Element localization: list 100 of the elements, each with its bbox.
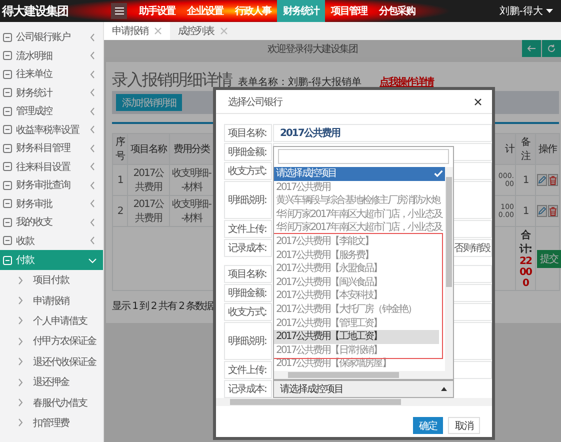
dropdown-option[interactable]: 华润万家2017年南区大超市门店，小业态及 — [274, 208, 445, 222]
caret-icon[interactable] — [546, 8, 553, 14]
column-header: 计 — [494, 134, 516, 164]
refresh-button[interactable] — [542, 40, 561, 57]
sidebar-item[interactable]: 付款 — [0, 250, 103, 270]
dropdown-option[interactable]: 请选择成控项目 — [274, 167, 445, 181]
chevron-icon — [16, 378, 25, 387]
square-icon — [3, 180, 12, 190]
chevron-icon — [16, 336, 25, 346]
dropdown-option[interactable]: 2017公共费用【闽兴食品】 — [274, 276, 439, 290]
dropdown-option[interactable]: 2017公共费用【服务费】 — [274, 248, 439, 262]
trash-icon — [549, 176, 557, 184]
sidebar-item[interactable]: 往来单位 — [0, 65, 103, 84]
sidebar-item[interactable]: 我的收支 — [0, 213, 103, 232]
submenu-item[interactable]: 个人申请借支 — [0, 310, 103, 332]
square-icon — [3, 162, 12, 172]
back-button[interactable] — [522, 40, 541, 57]
submenu-item[interactable]: 项目付款 — [0, 270, 103, 290]
dropdown-option[interactable]: 2017公共费用【大托厂房（钟金艳） — [274, 302, 439, 317]
nav-item[interactable]: 助手设置 — [133, 0, 181, 22]
submenu-item[interactable]: 退还代收保证金 — [0, 352, 103, 372]
detail-link[interactable]: 点我操作详情 — [380, 75, 434, 89]
dropdown-option[interactable]: 2017公共费用 — [274, 180, 445, 194]
note-text: 否则销毁 — [454, 242, 490, 255]
tab[interactable]: 申请报销 — [104, 22, 170, 40]
form-name: 表单名称：刘鹏-得大报销单 — [238, 76, 362, 89]
nav-item[interactable]: 项目管理 — [325, 0, 373, 22]
sidebar-item[interactable]: 收益率税率设置 — [0, 120, 103, 139]
sidebar-item[interactable]: 收款 — [0, 232, 103, 250]
chevron-icon — [16, 398, 25, 408]
sidebar-item[interactable]: 财务审批 — [0, 194, 103, 213]
submenu-item[interactable]: 扣管理费 — [0, 412, 103, 434]
dropdown-option[interactable]: 2017公共费用【工地工资】 — [274, 330, 439, 344]
refresh-icon — [547, 44, 556, 53]
edit-button[interactable] — [537, 174, 547, 186]
scrollbar[interactable] — [445, 167, 453, 371]
square-icon — [3, 256, 12, 264]
field-label: 明细金额: — [224, 284, 272, 302]
field-label: 文件上传: — [224, 361, 272, 379]
chevron-icon — [16, 418, 25, 428]
dropdown-option[interactable]: 2017公共费用【李能文】 — [274, 234, 439, 249]
close-icon[interactable] — [474, 98, 482, 106]
search-field[interactable] — [278, 149, 449, 164]
table-cell: 2017公共费用 — [128, 196, 170, 226]
chevron-icon — [16, 316, 25, 326]
dropdown-option[interactable]: 2017公共费用【日常报销】 — [274, 344, 439, 358]
chevron-icon — [16, 296, 25, 306]
submenu-item[interactable]: 退还押金 — [0, 372, 103, 392]
brand-logo: 得大建设集团 — [0, 2, 69, 20]
sidebar-item[interactable]: 管理成控 — [0, 102, 103, 120]
pencil-icon — [538, 207, 546, 215]
square-icon — [3, 51, 12, 60]
scrollbar[interactable] — [216, 398, 492, 406]
user-name[interactable]: 刘鹏-得大 — [499, 4, 543, 18]
square-icon — [3, 144, 12, 153]
dropdown-option[interactable]: 黄兴车辆段与综合基地检修主厂房消防水炮 — [274, 194, 445, 208]
field-label: 项目名称: — [224, 124, 272, 142]
select-field[interactable]: 请选择成控项目 — [273, 380, 454, 398]
table-cell: 2017公共费用 — [128, 164, 170, 196]
welcome-text: 欢迎登录得大建设集团 — [266, 42, 358, 56]
table-cell: 1 — [516, 164, 536, 196]
sidebar-item[interactable]: 公司银行账户 — [0, 28, 103, 46]
pagination-info: 显示 1 到 2 共有 2 条数据 — [112, 300, 214, 313]
table-cell: 2 — [112, 196, 128, 226]
square-icon — [3, 236, 12, 246]
sidebar-item[interactable]: 流水明细 — [0, 46, 103, 65]
square-icon — [3, 106, 12, 116]
check-icon — [434, 170, 443, 178]
chevron-icon — [16, 357, 25, 366]
submenu-item[interactable]: 申请报销 — [0, 290, 103, 311]
sidebar-item[interactable]: 往来科目设置 — [0, 158, 103, 176]
dropdown-option[interactable]: 2017公共费用【本安科技】 — [274, 289, 439, 303]
delete-button[interactable] — [548, 205, 558, 217]
nav-item[interactable]: 分包采购 — [373, 0, 421, 22]
sidebar-item[interactable]: 财务统计 — [0, 84, 103, 102]
dropdown-option[interactable]: 2017公共费用【管理工资】 — [274, 316, 439, 330]
dropdown-option[interactable]: 2017公共费用【永盟食品】 — [274, 262, 439, 276]
dialog-title: 选择公司银行 — [228, 96, 282, 108]
submenu-item[interactable]: 春服代办借支 — [0, 392, 103, 413]
sidebar-item[interactable]: 财务科目管理 — [0, 139, 103, 158]
edit-button[interactable] — [537, 205, 547, 217]
dropdown-option[interactable]: 华润万家2017年南区大超市门店，小业态及 — [274, 221, 445, 235]
tab[interactable]: 成控列表 — [170, 22, 236, 40]
sidebar-item[interactable]: 财务审批查询 — [0, 176, 103, 194]
nav-item[interactable]: 企业设置 — [181, 0, 229, 22]
square-icon — [3, 199, 12, 208]
field-label: 项目名称: — [224, 265, 272, 283]
delete-button[interactable] — [548, 174, 558, 186]
menu-icon — [114, 7, 124, 15]
field-label: 记录成本: — [224, 239, 272, 257]
cancel-button[interactable]: 取消 — [448, 417, 480, 434]
page-title: 录入报销明细详情 — [112, 70, 232, 91]
scrollbar[interactable] — [274, 371, 453, 379]
chevron-icon — [16, 276, 25, 285]
submenu-item[interactable]: 付甲方农保证金 — [0, 331, 103, 352]
column-header: 项目名称 — [128, 134, 170, 164]
confirm-button[interactable]: 确定 — [413, 417, 443, 434]
menu-button[interactable] — [111, 3, 127, 19]
field-label: 明细说明: — [224, 181, 272, 219]
table-cell: 1 — [112, 164, 128, 196]
